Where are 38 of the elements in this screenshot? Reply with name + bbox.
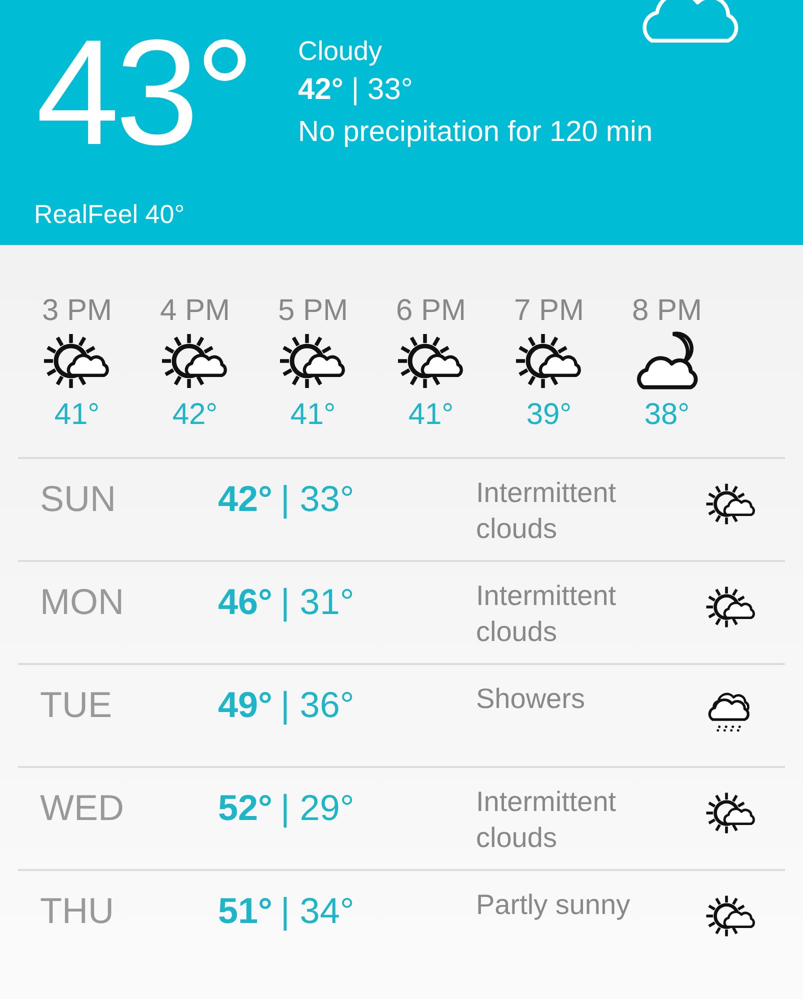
high-temperature: 42° bbox=[218, 477, 272, 521]
high-temperature: 49° bbox=[218, 683, 272, 727]
hour-label: 3 PM bbox=[42, 293, 112, 329]
precipitation-text: No precipitation for 120 min bbox=[298, 115, 653, 150]
day-label: WED bbox=[39, 786, 125, 830]
hour-temperature: 41° bbox=[408, 397, 454, 433]
hour-label: 4 PM bbox=[160, 293, 230, 329]
low-temperature: | 31° bbox=[280, 580, 354, 624]
day-label: MON bbox=[39, 580, 125, 624]
day-condition: Showers bbox=[476, 682, 586, 716]
low-temperature: | 36° bbox=[280, 683, 354, 727]
low-temperature: | 33° bbox=[351, 72, 413, 108]
day-condition: Intermittent clouds bbox=[476, 476, 618, 546]
day-condition: Partly sunny bbox=[476, 888, 632, 922]
high-temperature: 51° bbox=[218, 889, 272, 933]
current-temperature: 43° bbox=[36, 22, 252, 162]
day-label: TUE bbox=[39, 683, 113, 727]
hour-label: 7 PM bbox=[514, 293, 584, 329]
day-condition: Intermittent clouds bbox=[476, 785, 618, 855]
day-label: THU bbox=[39, 889, 115, 933]
low-temperature: | 29° bbox=[280, 786, 354, 830]
hour-label: 6 PM bbox=[396, 293, 466, 329]
high-temperature: 42° bbox=[298, 72, 344, 108]
hour-label: 5 PM bbox=[278, 293, 348, 329]
low-temperature: | 34° bbox=[280, 889, 354, 933]
hour-temperature: 42° bbox=[172, 397, 218, 433]
hour-label: 8 PM bbox=[632, 293, 702, 329]
realfeel-text: RealFeel 40° bbox=[34, 198, 185, 231]
hour-temperature: 41° bbox=[290, 397, 336, 433]
high-temperature: 52° bbox=[218, 786, 272, 830]
hour-temperature: 41° bbox=[54, 397, 100, 433]
low-temperature: | 33° bbox=[280, 477, 354, 521]
condition-text: Cloudy bbox=[298, 35, 384, 68]
high-temperature: 46° bbox=[218, 580, 272, 624]
day-label: SUN bbox=[39, 477, 118, 521]
hour-temperature: 38° bbox=[644, 397, 690, 433]
day-condition: Intermittent clouds bbox=[476, 579, 618, 649]
hour-temperature: 39° bbox=[526, 397, 572, 433]
